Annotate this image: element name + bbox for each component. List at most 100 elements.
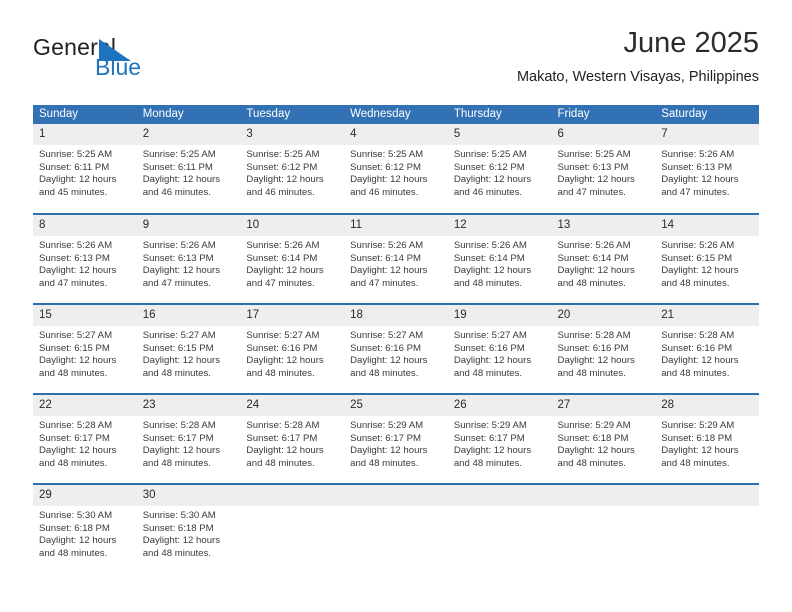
sunset-text: Sunset: 6:14 PM: [453, 252, 525, 264]
calendar-day-cell[interactable]: 18 Sunrise: 5:27 AM Sunset: 6:16 PM Dayligh…: [344, 303, 448, 394]
sunrise-text: Sunrise: 5:28 AM: [142, 420, 216, 431]
daylight-text-line1: Daylight: 12 hours: [661, 355, 739, 367]
calendar-day-cell[interactable]: 1 Sunrise: 5:25 AM Sunset: 6:11 PM Daylight…: [33, 124, 137, 214]
sunrise-text: Sunrise: 5:26 AM: [142, 240, 216, 251]
calendar-weekday-header: Sunday Monday Tuesday Wednesday Thursday…: [33, 105, 759, 124]
daylight-text-line1: Daylight: 12 hours: [39, 174, 117, 186]
calendar-day-cell[interactable]: 15 Sunrise: 5:27 AM Sunset: 6:15 PM Dayligh…: [33, 303, 137, 394]
calendar-day-cell[interactable]: 6 Sunrise: 5:25 AM Sunset: 6:13 PM Daylight…: [551, 124, 656, 214]
sunset-text: Sunset: 6:17 PM: [142, 432, 214, 444]
day-number: 30: [136, 485, 241, 506]
sunrise-text: Sunrise: 5:28 AM: [661, 330, 735, 341]
day-details: Sunrise: 5:26 AM Sunset: 6:14 PM Daylight:…: [240, 236, 344, 290]
calendar-day-cell[interactable]: 12 Sunrise: 5:26 AM Sunset: 6:14 PM Dayligh…: [447, 213, 552, 304]
daylight-text-line2: and 48 minutes.: [557, 367, 626, 379]
day-number: 15: [33, 305, 137, 326]
general-blue-logo[interactable]: General Blue: [33, 34, 213, 86]
day-number: 28: [655, 395, 759, 416]
calendar-day-cell[interactable]: 29 Sunrise: 5:30 AM Sunset: 6:18 PM Dayligh…: [33, 483, 137, 574]
day-number: 9: [136, 215, 241, 236]
day-details: Sunrise: 5:27 AM Sunset: 6:15 PM Daylight:…: [137, 326, 241, 380]
calendar-day-cell[interactable]: 2 Sunrise: 5:25 AM Sunset: 6:11 PM Daylight…: [136, 124, 241, 214]
sunrise-text: Sunrise: 5:25 AM: [350, 149, 424, 160]
calendar-day-cell[interactable]: 4 Sunrise: 5:25 AM Sunset: 6:12 PM Daylight…: [344, 124, 448, 214]
calendar-day-cell[interactable]: 9 Sunrise: 5:26 AM Sunset: 6:13 PM Daylight…: [136, 213, 241, 304]
day-number: 5: [447, 124, 552, 145]
calendar-day-cell[interactable]: 21 Sunrise: 5:28 AM Sunset: 6:16 PM Dayligh…: [655, 303, 759, 394]
daylight-text-line2: and 46 minutes.: [142, 186, 211, 198]
day-number: 26: [447, 395, 552, 416]
daylight-text-line1: Daylight: 12 hours: [453, 265, 532, 277]
logo-text-blue: Blue: [95, 54, 142, 80]
sunset-text: Sunset: 6:18 PM: [557, 432, 629, 444]
day-details: Sunrise: 5:27 AM Sunset: 6:15 PM Daylight:…: [33, 326, 137, 380]
day-details: Sunrise: 5:28 AM Sunset: 6:17 PM Daylight:…: [33, 416, 137, 470]
daylight-text-line2: and 48 minutes.: [661, 367, 730, 379]
daylight-text-line2: and 47 minutes.: [246, 277, 315, 289]
weekday-header-thursday: Thursday: [447, 105, 552, 124]
calendar-day-cell[interactable]: 20 Sunrise: 5:28 AM Sunset: 6:16 PM Dayligh…: [551, 303, 656, 394]
sunset-text: Sunset: 6:17 PM: [453, 432, 525, 444]
day-number: 1: [33, 124, 137, 145]
sunset-text: Sunset: 6:18 PM: [661, 432, 733, 444]
daylight-text-line1: Daylight: 12 hours: [350, 355, 428, 367]
day-details: Sunrise: 5:25 AM Sunset: 6:11 PM Daylight:…: [137, 145, 241, 199]
calendar-day-cell[interactable]: 14 Sunrise: 5:26 AM Sunset: 6:15 PM Dayligh…: [655, 213, 759, 304]
calendar-day-cell[interactable]: 17 Sunrise: 5:27 AM Sunset: 6:16 PM Dayligh…: [240, 303, 345, 394]
daylight-text-line2: and 48 minutes.: [453, 457, 523, 469]
calendar-day-cell[interactable]: 19 Sunrise: 5:27 AM Sunset: 6:16 PM Dayligh…: [447, 303, 552, 394]
day-number: 6: [551, 124, 656, 145]
calendar-day-cell[interactable]: 24 Sunrise: 5:28 AM Sunset: 6:17 PM Dayligh…: [240, 393, 345, 484]
daylight-text-line1: Daylight: 12 hours: [39, 445, 117, 457]
day-details: Sunrise: 5:28 AM Sunset: 6:16 PM Daylight:…: [655, 326, 759, 380]
calendar-day-cell[interactable]: 16 Sunrise: 5:27 AM Sunset: 6:15 PM Dayligh…: [136, 303, 241, 394]
calendar-day-cell[interactable]: 13 Sunrise: 5:26 AM Sunset: 6:14 PM Dayligh…: [551, 213, 656, 304]
day-details: Sunrise: 5:25 AM Sunset: 6:12 PM Daylight:…: [240, 145, 344, 199]
daylight-text-line2: and 47 minutes.: [39, 277, 108, 289]
daylight-text-line1: Daylight: 12 hours: [39, 265, 117, 277]
day-number: 3: [240, 124, 345, 145]
calendar-day-cell[interactable]: 27 Sunrise: 5:29 AM Sunset: 6:18 PM Dayligh…: [551, 393, 656, 484]
calendar-day-cell[interactable]: 25 Sunrise: 5:29 AM Sunset: 6:17 PM Dayligh…: [344, 393, 448, 484]
sunrise-text: Sunrise: 5:27 AM: [246, 330, 320, 341]
day-details: Sunrise: 5:27 AM Sunset: 6:16 PM Daylight:…: [448, 326, 552, 380]
daylight-text-line1: Daylight: 12 hours: [350, 265, 428, 277]
sunset-text: Sunset: 6:16 PM: [661, 342, 733, 354]
calendar-day-cell[interactable]: 8 Sunrise: 5:26 AM Sunset: 6:13 PM Daylight…: [33, 213, 137, 304]
sunrise-text: Sunrise: 5:28 AM: [39, 420, 113, 431]
calendar-week-row: 29 Sunrise: 5:30 AM Sunset: 6:18 PM Dayligh…: [33, 483, 759, 574]
day-number: 17: [240, 305, 345, 326]
sunset-text: Sunset: 6:12 PM: [246, 161, 318, 173]
daylight-text-line2: and 48 minutes.: [142, 547, 211, 559]
calendar-day-cell[interactable]: 28 Sunrise: 5:29 AM Sunset: 6:18 PM Dayligh…: [655, 393, 759, 484]
sunrise-text: Sunrise: 5:27 AM: [350, 330, 424, 341]
calendar-day-cell[interactable]: 22 Sunrise: 5:28 AM Sunset: 6:17 PM Dayligh…: [33, 393, 137, 484]
sunset-text: Sunset: 6:17 PM: [39, 432, 110, 444]
day-number: 21: [655, 305, 759, 326]
calendar-day-cell[interactable]: 5 Sunrise: 5:25 AM Sunset: 6:12 PM Daylight…: [447, 124, 552, 214]
day-details: Sunrise: 5:29 AM Sunset: 6:18 PM Daylight:…: [655, 416, 759, 470]
daylight-text-line2: and 48 minutes.: [557, 277, 626, 289]
calendar-day-cell[interactable]: 11 Sunrise: 5:26 AM Sunset: 6:14 PM Dayligh…: [344, 213, 448, 304]
sunrise-text: Sunrise: 5:25 AM: [453, 149, 527, 160]
calendar-day-cell[interactable]: 30 Sunrise: 5:30 AM Sunset: 6:18 PM Dayligh…: [136, 483, 241, 574]
sunrise-text: Sunrise: 5:29 AM: [453, 420, 527, 431]
calendar-day-cell[interactable]: 3 Sunrise: 5:25 AM Sunset: 6:12 PM Daylight…: [240, 124, 345, 214]
sunrise-text: Sunrise: 5:30 AM: [142, 510, 216, 521]
calendar-day-cell[interactable]: 7 Sunrise: 5:26 AM Sunset: 6:13 PM Daylight…: [655, 124, 759, 214]
calendar-day-cell[interactable]: 10 Sunrise: 5:26 AM Sunset: 6:14 PM Dayligh…: [240, 213, 345, 304]
sunset-text: Sunset: 6:15 PM: [39, 342, 110, 354]
day-details: Sunrise: 5:25 AM Sunset: 6:12 PM Daylight:…: [344, 145, 448, 199]
daylight-text-line1: Daylight: 12 hours: [453, 174, 532, 186]
sunset-text: Sunset: 6:16 PM: [350, 342, 422, 354]
calendar-body: 1 Sunrise: 5:25 AM Sunset: 6:11 PM Daylight…: [33, 124, 759, 574]
sunset-text: Sunset: 6:18 PM: [39, 522, 110, 534]
daylight-text-line2: and 45 minutes.: [39, 186, 108, 198]
weekday-header-wednesday: Wednesday: [344, 105, 448, 124]
calendar-day-cell[interactable]: 23 Sunrise: 5:28 AM Sunset: 6:17 PM Dayligh…: [136, 393, 241, 484]
weekday-header-saturday: Saturday: [655, 105, 759, 124]
daylight-text-line1: Daylight: 12 hours: [557, 355, 635, 367]
calendar-day-cell-empty: [655, 483, 759, 574]
calendar-day-cell[interactable]: 26 Sunrise: 5:29 AM Sunset: 6:17 PM Dayligh…: [447, 393, 552, 484]
sunrise-text: Sunrise: 5:29 AM: [661, 420, 735, 431]
